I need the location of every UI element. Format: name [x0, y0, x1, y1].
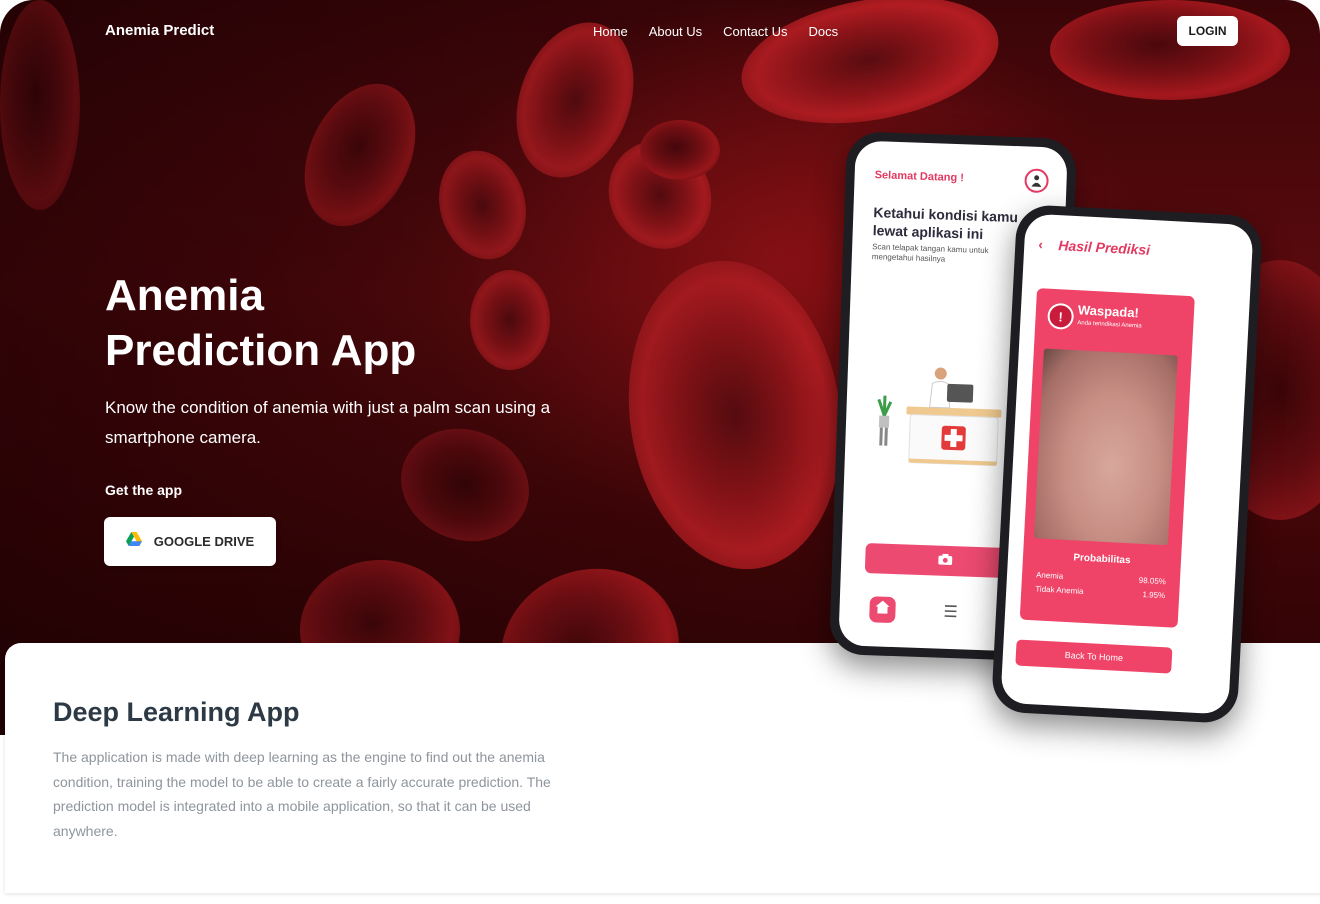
palm-scan-image — [1033, 348, 1178, 546]
result-card: ! Waspada! Anda terindikasi Anemia Proba… — [1019, 288, 1195, 628]
result-title: Hasil Prediksi — [1057, 237, 1151, 258]
nav-contact-us[interactable]: Contact Us — [723, 24, 787, 39]
get-app-label: Get the app — [105, 482, 183, 498]
google-drive-icon — [125, 532, 142, 551]
probability-row-anemia: Anemia 98.05% — [1036, 570, 1166, 586]
home-description: Scan telapak tangan kamu untuk mengetahu… — [871, 242, 989, 264]
doctor-illustration — [872, 363, 1016, 478]
section-title: Deep Learning App — [53, 697, 300, 727]
probability-label-anemia: Anemia — [1035, 570, 1064, 581]
warning-title: Waspada! — [1077, 302, 1140, 321]
hero-title: Anemia Prediction App — [105, 268, 525, 378]
hero-subtitle: Know the condition of anemia with just a… — [105, 398, 551, 447]
nav-about-us[interactable]: About Us — [649, 24, 702, 39]
probability-label-tidak-anemia: Tidak Anemia — [1035, 584, 1084, 596]
google-drive-label: GOOGLE DRIVE — [153, 534, 255, 549]
probability-value-tidak-anemia: 1.95% — [1142, 589, 1166, 601]
hero-title-line2: Prediction App — [105, 326, 417, 375]
menu-icon[interactable]: ☰ — [943, 602, 958, 622]
back-chevron-icon[interactable]: ‹ — [1038, 236, 1044, 252]
phone-mockup-result: ‹ Hasil Prediksi ! Waspada! Anda terindi… — [990, 203, 1264, 725]
section-text: The application is made with deep learni… — [53, 749, 551, 839]
home-tab-button[interactable] — [869, 596, 896, 624]
greeting-text: Selamat Datang ! — [874, 169, 965, 185]
google-drive-button[interactable]: GOOGLE DRIVE — [104, 517, 276, 566]
phone-result-screen: ‹ Hasil Prediksi ! Waspada! Anda terindi… — [1000, 213, 1254, 715]
login-button[interactable]: LOGIN — [1177, 16, 1238, 46]
back-to-home-button[interactable]: Back To Home — [1015, 639, 1173, 674]
warning-icon: ! — [1046, 302, 1075, 330]
nav-docs[interactable]: Docs — [808, 24, 838, 39]
hero-title-line1: Anemia — [105, 271, 264, 320]
warning-subtitle: Anda terindikasi Anemia — [1077, 320, 1142, 330]
probability-label: Probabilitas — [1073, 552, 1131, 567]
camera-icon — [938, 552, 953, 570]
avatar-icon — [1024, 168, 1049, 194]
probability-row-tidak-anemia: Tidak Anemia 1.95% — [1035, 584, 1165, 600]
home-icon — [875, 600, 890, 618]
main-nav: Home About Us Contact Us Docs — [593, 24, 838, 39]
landing-page: Anemia Predict Home About Us Contact Us … — [0, 0, 1320, 904]
probability-value-anemia: 98.05% — [1138, 575, 1167, 587]
brand-logo[interactable]: Anemia Predict — [105, 22, 214, 39]
nav-home[interactable]: Home — [593, 24, 628, 39]
